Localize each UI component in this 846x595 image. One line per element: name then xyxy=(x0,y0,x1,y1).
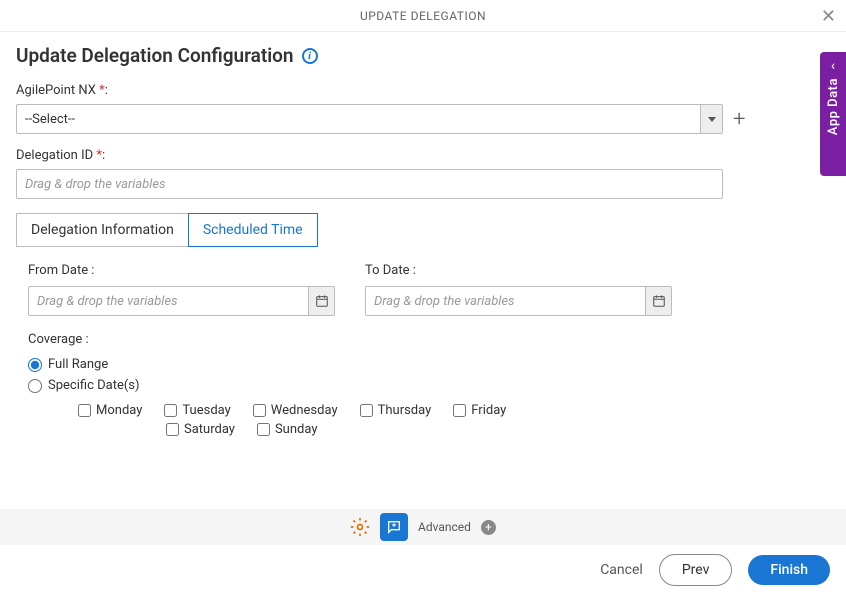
checkbox-sunday-label[interactable]: Sunday xyxy=(275,422,318,437)
from-date-input-wrap xyxy=(28,286,335,316)
tab-delegation-info[interactable]: Delegation Information xyxy=(16,213,188,247)
from-date-calendar-button[interactable] xyxy=(308,287,334,315)
info-icon[interactable]: i xyxy=(302,48,318,64)
checkbox-tuesday-label[interactable]: Tuesday xyxy=(182,403,230,418)
date-row: From Date : To Date : xyxy=(28,263,818,316)
checkbox-sunday: Sunday xyxy=(257,422,318,437)
days-row-2: Saturday Sunday xyxy=(28,422,818,437)
checkbox-friday-label[interactable]: Friday xyxy=(471,403,506,418)
agilepoint-select[interactable]: --Select-- xyxy=(16,104,723,134)
content-area: Update Delegation Configuration i AgileP… xyxy=(0,32,846,437)
checkbox-wednesday: Wednesday xyxy=(253,403,338,418)
agilepoint-select-value: --Select-- xyxy=(17,112,700,127)
dialog-header: UPDATE DELEGATION ✕ xyxy=(0,0,846,32)
action-bar: Cancel Prev Finish xyxy=(0,545,846,595)
prev-button[interactable]: Prev xyxy=(659,554,733,586)
coverage-radio-group: Full Range Specific Date(s) xyxy=(28,357,818,393)
gear-icon[interactable] xyxy=(350,517,370,537)
coverage-label: Coverage : xyxy=(28,332,818,347)
page-title: Update Delegation Configuration xyxy=(16,44,294,67)
agilepoint-field: AgilePoint NX *: --Select-- + xyxy=(16,83,830,134)
side-tab-app-data[interactable]: ‹ App Data xyxy=(820,52,846,176)
chevron-left-icon: ‹ xyxy=(831,58,835,74)
from-date-field: From Date : xyxy=(28,263,335,316)
tabs: Delegation Information Scheduled Time xyxy=(16,213,830,247)
advanced-label[interactable]: Advanced xyxy=(418,520,471,534)
radio-specific-dates: Specific Date(s) xyxy=(28,378,818,393)
to-date-label: To Date : xyxy=(365,263,672,278)
to-date-field: To Date : xyxy=(365,263,672,316)
plus-circle-icon[interactable]: + xyxy=(481,520,496,535)
checkbox-saturday-label[interactable]: Saturday xyxy=(184,422,235,437)
checkbox-thursday-input[interactable] xyxy=(360,404,373,417)
checkbox-friday: Friday xyxy=(453,403,506,418)
checkbox-wednesday-input[interactable] xyxy=(253,404,266,417)
delegation-id-label: Delegation ID *: xyxy=(16,148,830,163)
checkbox-wednesday-label[interactable]: Wednesday xyxy=(271,403,338,418)
caret-down-icon xyxy=(708,117,716,122)
page-title-row: Update Delegation Configuration i xyxy=(16,44,830,67)
select-dropdown-button[interactable] xyxy=(700,105,722,133)
checkbox-saturday: Saturday xyxy=(166,422,235,437)
radio-specific-dates-input[interactable] xyxy=(28,379,42,393)
checkbox-friday-input[interactable] xyxy=(453,404,466,417)
cancel-button[interactable]: Cancel xyxy=(600,562,643,578)
tab-content-scheduled: From Date : To Date : xyxy=(16,263,830,437)
checkbox-saturday-input[interactable] xyxy=(166,423,179,436)
agilepoint-label: AgilePoint NX *: xyxy=(16,83,830,98)
checkbox-tuesday: Tuesday xyxy=(164,403,230,418)
from-date-input[interactable] xyxy=(29,287,308,315)
checkbox-tuesday-input[interactable] xyxy=(164,404,177,417)
to-date-calendar-button[interactable] xyxy=(645,287,671,315)
to-date-input[interactable] xyxy=(366,287,645,315)
add-icon[interactable]: + xyxy=(733,107,745,132)
calendar-icon xyxy=(315,294,329,308)
footer-toolbar: Advanced + xyxy=(0,509,846,545)
checkbox-monday-label[interactable]: Monday xyxy=(96,403,142,418)
agilepoint-select-row: --Select-- + xyxy=(16,104,830,134)
days-row-1: Monday Tuesday Wednesday Thursday Friday xyxy=(28,403,528,418)
checkbox-thursday: Thursday xyxy=(360,403,432,418)
finish-button[interactable]: Finish xyxy=(748,555,830,585)
radio-full-range-label[interactable]: Full Range xyxy=(48,357,108,372)
from-date-label: From Date : xyxy=(28,263,335,278)
checkbox-thursday-label[interactable]: Thursday xyxy=(378,403,432,418)
comment-button[interactable] xyxy=(380,513,408,541)
radio-specific-dates-label[interactable]: Specific Date(s) xyxy=(48,378,140,393)
comment-icon xyxy=(386,519,402,535)
checkbox-sunday-input[interactable] xyxy=(257,423,270,436)
side-tab-label: App Data xyxy=(826,78,841,135)
delegation-id-field: Delegation ID *: xyxy=(16,148,830,199)
calendar-icon xyxy=(652,294,666,308)
radio-full-range: Full Range xyxy=(28,357,818,372)
tab-scheduled-time[interactable]: Scheduled Time xyxy=(188,213,318,247)
delegation-id-input[interactable] xyxy=(16,169,723,199)
checkbox-monday-input[interactable] xyxy=(78,404,91,417)
radio-full-range-input[interactable] xyxy=(28,358,42,372)
checkbox-monday: Monday xyxy=(78,403,142,418)
dialog-title: UPDATE DELEGATION xyxy=(360,9,486,23)
to-date-input-wrap xyxy=(365,286,672,316)
close-icon[interactable]: ✕ xyxy=(821,6,836,27)
